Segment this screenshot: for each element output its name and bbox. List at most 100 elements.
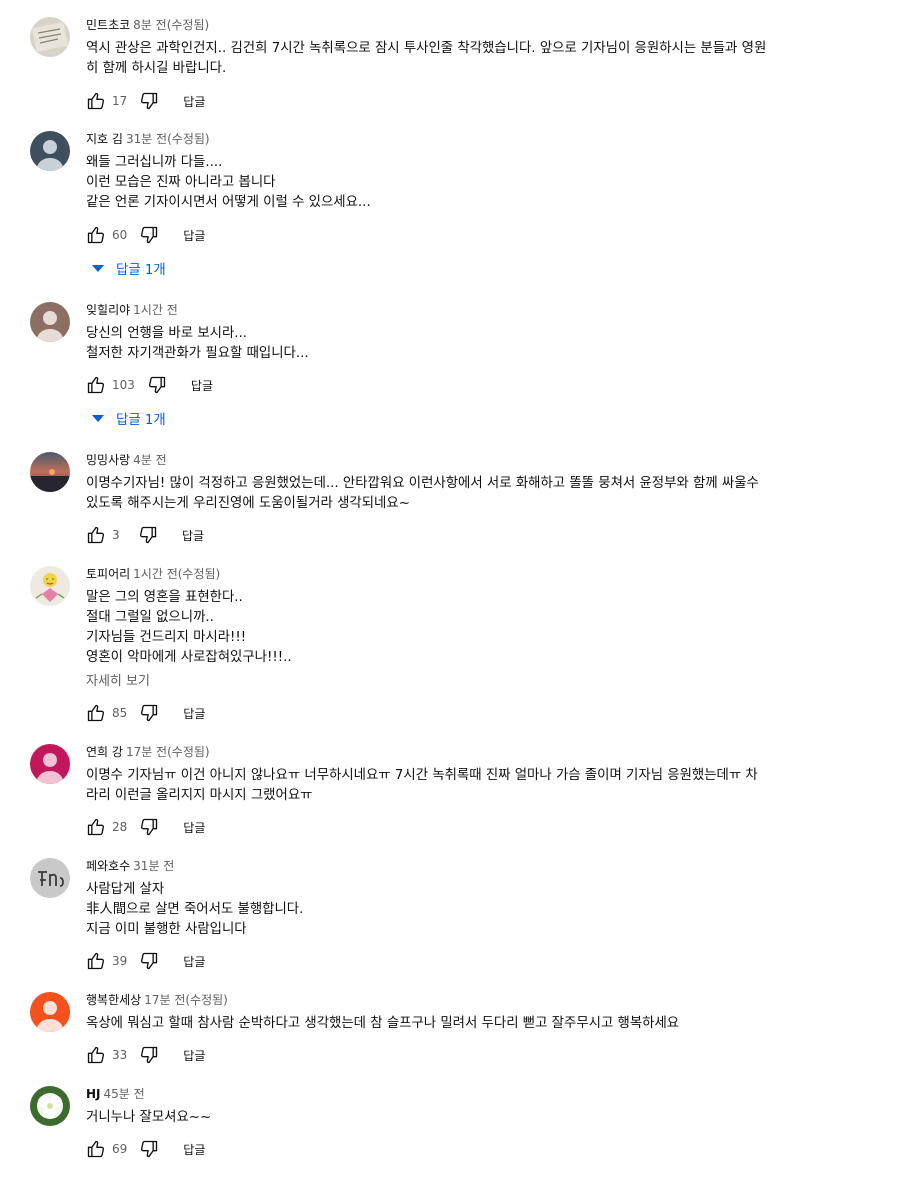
avatar[interactable] — [30, 17, 70, 57]
thumb-up-icon — [87, 952, 105, 970]
replies-count: 답글 1개 — [116, 413, 166, 428]
comment-author[interactable]: 페와호수 — [86, 859, 130, 873]
thumb-up-icon — [87, 226, 105, 244]
thumb-up-icon — [87, 376, 105, 394]
like-count: 39 — [112, 954, 128, 968]
like-count: 103 — [112, 378, 135, 392]
dislike-button[interactable] — [139, 225, 159, 245]
comment-time[interactable]: 8분 전(수정됨) — [133, 18, 209, 32]
comment-actions: 17 답글 — [86, 89, 205, 113]
comment-text: 왜들 그러십니까 다들.... 이런 모습은 진짜 아니라고 봅니다 같은 언론… — [86, 155, 371, 210]
comment-actions: 28 답글 — [86, 815, 205, 839]
thumb-up-icon — [87, 1140, 105, 1158]
comment-author[interactable]: 잊힐리야 — [86, 303, 130, 317]
comment-text: 말은 그의 영혼을 표현한다.. 절대 그럴일 없으니까.. 기자님들 건드리지… — [86, 590, 292, 665]
thumb-down-icon — [148, 376, 166, 394]
reply-button[interactable]: 답글 — [183, 227, 205, 244]
thumb-up-icon — [87, 818, 105, 836]
thumb-down-icon — [139, 526, 157, 544]
thumb-down-icon — [141, 818, 158, 836]
like-button[interactable] — [86, 1139, 106, 1159]
comment-text: 이명수기자님! 많이 걱정하고 응원했었는데... 안타깝워요 이런사항에서 서… — [86, 476, 759, 511]
comment-author[interactable]: HJ — [86, 1087, 101, 1101]
thumb-down-icon — [141, 1046, 158, 1064]
comment-actions: 33 답글 — [86, 1043, 205, 1067]
comment-time[interactable]: 45분 전 — [104, 1087, 145, 1101]
read-more-link[interactable]: 자세히 보기 — [86, 672, 856, 692]
avatar[interactable] — [30, 744, 70, 784]
like-button[interactable] — [86, 1045, 106, 1065]
comment-text: 당신의 언행을 바로 보시라... 철저한 자기객관화가 필요할 때입니다... — [86, 326, 309, 361]
avatar[interactable] — [30, 992, 70, 1032]
comment-actions: 3 답글 — [86, 523, 204, 547]
thumb-up-icon — [87, 1046, 105, 1064]
like-count: 28 — [112, 820, 128, 834]
comment-actions: 103 답글 — [86, 373, 213, 397]
comment-time[interactable]: 31분 전(수정됨) — [126, 132, 210, 146]
dislike-button[interactable] — [139, 1045, 159, 1065]
like-count: 3 — [112, 528, 120, 542]
reply-button[interactable]: 답글 — [183, 93, 205, 110]
like-button[interactable] — [86, 951, 106, 971]
like-button[interactable] — [86, 91, 106, 111]
triangle-down-icon — [92, 414, 104, 422]
reply-button[interactable]: 답글 — [182, 527, 204, 544]
avatar[interactable] — [30, 131, 70, 171]
reply-button[interactable]: 답글 — [183, 1141, 205, 1158]
comment-time[interactable]: 1시간 전(수정됨) — [133, 567, 220, 581]
comment-author[interactable]: 행복한세상 — [86, 993, 141, 1007]
view-replies-button[interactable]: 답글 1개 — [88, 408, 166, 428]
dislike-button[interactable] — [139, 91, 159, 111]
comment-time[interactable]: 17분 전(수정됨) — [126, 745, 210, 759]
comment-author[interactable]: 지호 김 — [86, 132, 123, 146]
like-count: 69 — [112, 1142, 128, 1156]
like-button[interactable] — [86, 817, 106, 837]
like-count: 17 — [112, 94, 128, 108]
thumb-down-icon — [141, 92, 158, 110]
avatar[interactable] — [30, 566, 70, 606]
like-count: 85 — [112, 706, 128, 720]
comment-time[interactable]: 4분 전 — [133, 453, 167, 467]
comment-text: 거니누나 잘모셔요~~ — [86, 1110, 212, 1125]
dislike-button[interactable] — [139, 1139, 159, 1159]
avatar[interactable] — [30, 302, 70, 342]
avatar[interactable] — [30, 452, 70, 492]
comment-author[interactable]: 밍밍사랑 — [86, 453, 130, 467]
comment-text: 사람답게 살자 非人間으로 살면 죽어서도 불행합니다. 지금 이미 불행한 사… — [86, 882, 304, 937]
like-button[interactable] — [86, 525, 106, 545]
dislike-button[interactable] — [139, 817, 159, 837]
like-button[interactable] — [86, 703, 106, 723]
comment-actions: 69 답글 — [86, 1137, 205, 1161]
avatar[interactable] — [30, 858, 70, 898]
reply-button[interactable]: 답글 — [183, 953, 205, 970]
like-button[interactable] — [86, 375, 106, 395]
reply-button[interactable]: 답글 — [183, 705, 205, 722]
comment-author[interactable]: 연희 강 — [86, 745, 123, 759]
reply-button[interactable]: 답글 — [191, 377, 213, 394]
thumb-up-icon — [87, 92, 105, 110]
thumb-up-icon — [87, 526, 105, 544]
comment-actions: 85 답글 — [86, 701, 205, 725]
comment-time[interactable]: 31분 전 — [133, 859, 174, 873]
view-replies-button[interactable]: 답글 1개 — [88, 258, 166, 278]
thumb-down-icon — [141, 704, 158, 722]
reply-button[interactable]: 답글 — [183, 1047, 205, 1064]
dislike-button[interactable] — [138, 525, 158, 545]
like-count: 60 — [112, 228, 128, 242]
comment-actions: 39 답글 — [86, 949, 205, 973]
dislike-button[interactable] — [147, 375, 167, 395]
comment-author[interactable]: 토피어리 — [86, 567, 130, 581]
thumb-down-icon — [141, 952, 158, 970]
reply-button[interactable]: 답글 — [183, 819, 205, 836]
thumb-down-icon — [141, 226, 158, 244]
avatar[interactable] — [30, 1086, 70, 1126]
comment-author[interactable]: 민트초코 — [86, 18, 130, 32]
dislike-button[interactable] — [139, 951, 159, 971]
thumb-down-icon — [141, 1140, 158, 1158]
dislike-button[interactable] — [139, 703, 159, 723]
comment-time[interactable]: 17분 전(수정됨) — [144, 993, 228, 1007]
comment-text: 옥상에 뭐심고 할때 참사람 순박하다고 생각했는데 참 슬프구나 밀려서 두다… — [86, 1016, 680, 1031]
like-button[interactable] — [86, 225, 106, 245]
comment-time[interactable]: 1시간 전 — [133, 303, 178, 317]
comment-text: 역시 관상은 과학인건지.. 김건희 7시간 녹취록으로 잠시 투사인줄 착각했… — [86, 41, 767, 76]
